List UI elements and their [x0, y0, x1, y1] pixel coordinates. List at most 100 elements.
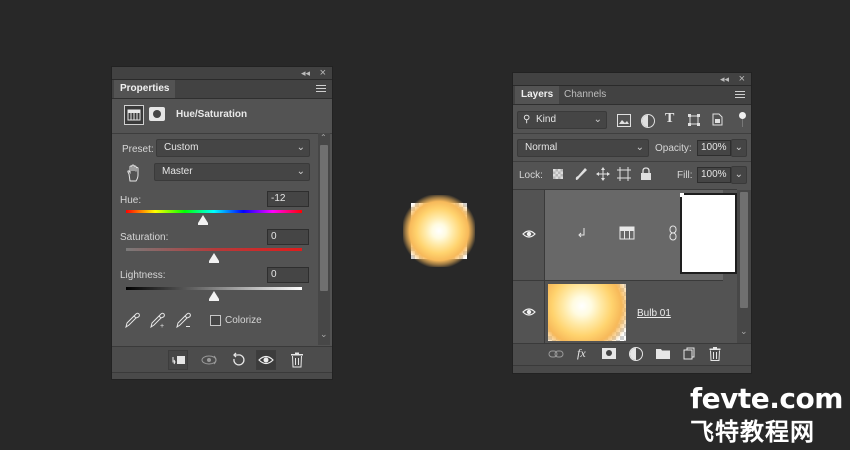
filter-type-icon[interactable]: T: [665, 111, 674, 127]
delete-icon[interactable]: [709, 347, 721, 361]
clip-to-layer-icon[interactable]: [168, 350, 188, 370]
folder-icon[interactable]: [656, 348, 670, 359]
eyedropper-minus-icon[interactable]: [175, 311, 193, 329]
lightness-slider-track[interactable]: [126, 287, 302, 290]
lock-image-icon[interactable]: [574, 167, 588, 181]
fill-label: Fill:: [677, 170, 693, 181]
blend-mode-value: Normal: [525, 142, 558, 153]
fx-icon[interactable]: fx: [577, 346, 586, 361]
layers-resize-grip[interactable]: [513, 365, 751, 373]
opacity-label: Opacity:: [655, 143, 692, 154]
saturation-input[interactable]: 0: [267, 229, 309, 245]
tab-properties[interactable]: Properties: [114, 80, 176, 98]
preset-dropdown[interactable]: Custom ⌄: [156, 139, 310, 157]
colorize-checkbox[interactable]: [210, 315, 221, 326]
add-mask-icon[interactable]: [602, 348, 616, 359]
panel-menu-icon[interactable]: [316, 83, 326, 93]
saturation-slider-thumb[interactable]: [209, 253, 219, 263]
blend-mode-dropdown[interactable]: Normal ⌄: [517, 139, 649, 157]
filter-adjustment-icon[interactable]: [641, 114, 655, 128]
mask-icon[interactable]: [149, 107, 165, 121]
lightness-input[interactable]: 0: [267, 267, 309, 283]
close-icon[interactable]: ×: [739, 73, 745, 85]
filter-smart-object-icon[interactable]: [712, 113, 723, 126]
layers-tab-row: Layers Channels: [513, 86, 751, 105]
link-layers-icon[interactable]: [548, 349, 564, 359]
scroll-down-icon[interactable]: ⌄: [320, 329, 328, 340]
hue-slider-thumb[interactable]: [198, 215, 208, 225]
chevron-down-icon: ⌄: [296, 166, 305, 177]
chevron-down-icon: ⌄: [734, 169, 743, 180]
separator: [513, 133, 751, 134]
scroll-up-icon[interactable]: ⌃: [320, 133, 327, 142]
hue-label: Hue:: [120, 195, 142, 206]
visibility-eye-icon[interactable]: [256, 350, 276, 370]
properties-scrollbar[interactable]: ⌃ ⌄: [318, 133, 330, 345]
bulb-thumbnail-image: [548, 284, 626, 341]
colorize-label: Colorize: [225, 315, 262, 326]
link-icon[interactable]: [669, 225, 677, 241]
new-layer-icon[interactable]: [683, 347, 695, 360]
scroll-down-icon[interactable]: ⌄: [740, 326, 748, 337]
filter-kind-dropdown[interactable]: ⚲ Kind ⌄: [517, 111, 607, 129]
search-icon: ⚲: [523, 114, 531, 125]
visibility-eye-icon[interactable]: [522, 228, 536, 240]
watermark-subtitle: 飞特教程网: [690, 418, 815, 446]
close-icon[interactable]: ×: [320, 67, 326, 79]
adjustment-layer-icon[interactable]: [124, 105, 144, 125]
lock-artboard-icon[interactable]: [617, 167, 631, 181]
canvas-preview: [403, 195, 475, 267]
hue-input[interactable]: -12: [267, 191, 309, 207]
filter-toggle[interactable]: [739, 112, 746, 119]
targeted-adjustment-hand-icon[interactable]: [125, 164, 141, 182]
opacity-dropdown[interactable]: ⌄: [731, 139, 747, 157]
properties-scroll-thumb[interactable]: [320, 145, 328, 291]
layers-scrollbar[interactable]: ⌄: [737, 190, 751, 343]
filter-toggle-track: [742, 119, 743, 127]
hue-slider-track[interactable]: [126, 210, 302, 213]
opacity-input[interactable]: 100%: [697, 140, 731, 156]
layer-mask-thumbnail[interactable]: [680, 193, 737, 274]
chevron-down-icon: ⌄: [296, 142, 305, 153]
layer-row-bulb[interactable]: Bulb 01: [513, 281, 723, 343]
layer-thumbnail: [548, 284, 626, 341]
tab-channels[interactable]: Channels: [558, 86, 612, 104]
saturation-slider-track[interactable]: [126, 248, 302, 251]
panel-menu-icon[interactable]: [735, 89, 745, 99]
eyedropper-plus-icon[interactable]: +: [149, 311, 167, 330]
view-previous-icon[interactable]: [200, 352, 220, 368]
channel-dropdown[interactable]: Master ⌄: [154, 163, 310, 181]
new-adjustment-icon[interactable]: [629, 347, 643, 361]
filter-pixel-icon[interactable]: [617, 114, 631, 127]
layers-scroll-thumb[interactable]: [740, 192, 748, 308]
watermark-logo-text: fevte.com: [690, 382, 843, 415]
lock-position-icon[interactable]: [596, 167, 610, 181]
layer-row-hue-saturation[interactable]: [513, 190, 737, 281]
lightness-slider-thumb[interactable]: [209, 291, 219, 301]
layers-panel-topbar: ◂◂ ×: [513, 73, 751, 86]
lock-transparent-icon[interactable]: [553, 169, 563, 179]
preset-label: Preset:: [122, 144, 154, 155]
reset-icon[interactable]: [230, 352, 246, 368]
layers-list: Bulb 01 ⌄: [513, 189, 751, 343]
collapse-icon[interactable]: ◂◂: [720, 73, 729, 85]
collapse-icon[interactable]: ◂◂: [301, 67, 310, 79]
saturation-label: Saturation:: [120, 232, 169, 243]
lock-all-icon[interactable]: [640, 167, 652, 181]
properties-panel-topbar: ◂◂ ×: [112, 67, 332, 80]
delete-icon[interactable]: [290, 352, 304, 368]
properties-resize-grip[interactable]: [112, 372, 332, 379]
fill-input[interactable]: 100%: [697, 167, 731, 183]
channel-value: Master: [162, 166, 193, 177]
eyedropper-icon[interactable]: [124, 311, 140, 329]
chevron-down-icon: ⌄: [734, 142, 743, 153]
layer-name[interactable]: Bulb 01: [637, 308, 671, 319]
tab-layers[interactable]: Layers: [515, 86, 560, 104]
layers-panel: ◂◂ × Layers Channels ⚲ Kind ⌄ T Normal ⌄…: [512, 72, 752, 374]
filter-shape-icon[interactable]: [688, 114, 700, 126]
properties-tab-row: Properties: [112, 80, 332, 99]
properties-bottom-bar: [112, 346, 332, 373]
visibility-eye-icon[interactable]: [522, 306, 536, 318]
separator: [513, 161, 751, 162]
fill-dropdown[interactable]: ⌄: [731, 166, 747, 184]
